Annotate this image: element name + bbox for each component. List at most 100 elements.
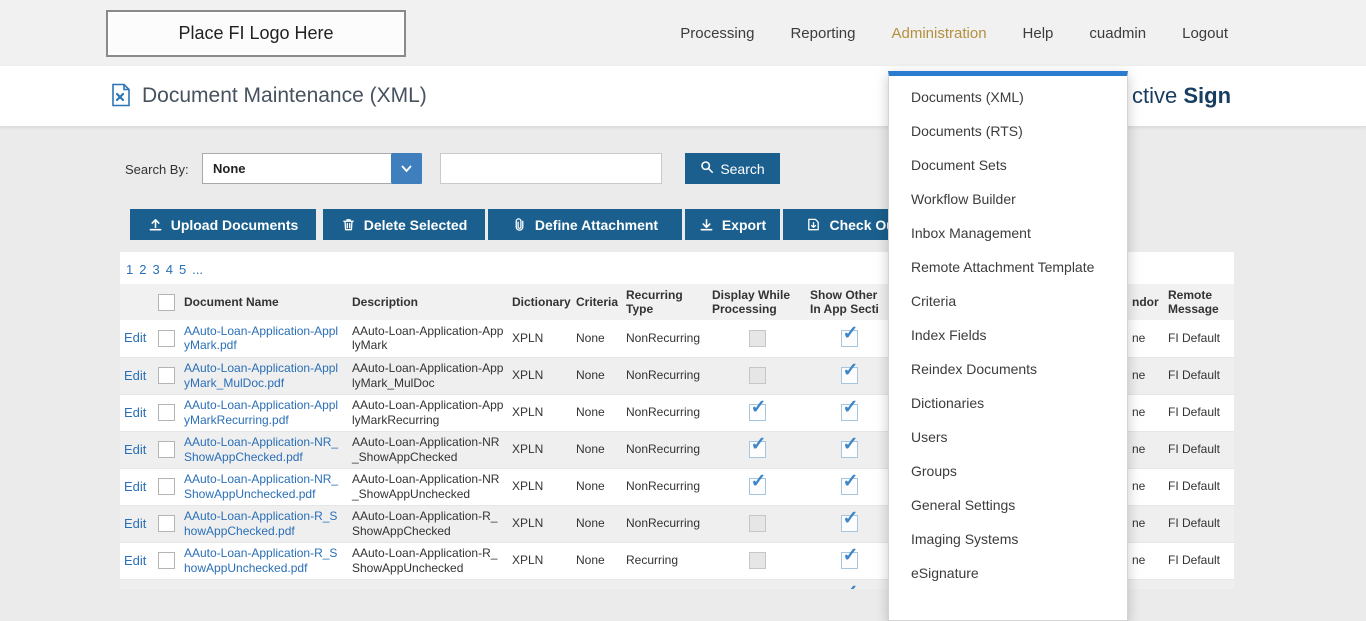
search-icon xyxy=(700,160,714,177)
edit-link[interactable]: Edit xyxy=(124,553,146,568)
criteria-cell: None xyxy=(572,320,622,357)
dictionary-cell: XPLN xyxy=(508,468,572,505)
nav-logout[interactable]: Logout xyxy=(1182,25,1228,42)
menu-item-groups[interactable]: Groups xyxy=(889,454,1127,488)
search-button[interactable]: Search xyxy=(685,153,780,184)
menu-item-criteria[interactable]: Criteria xyxy=(889,284,1127,318)
vendor-cell: ne xyxy=(1128,394,1164,431)
checkbox-checked[interactable]: ✓ xyxy=(841,330,858,347)
row-select-checkbox[interactable] xyxy=(158,367,175,384)
vendor-cell: ne xyxy=(1128,542,1164,579)
recurring-type-cell: NonRecurring xyxy=(622,579,708,589)
row-select-checkbox[interactable] xyxy=(158,478,175,495)
checkbox-unchecked[interactable] xyxy=(749,330,766,347)
menu-item-reindex-documents[interactable]: Reindex Documents xyxy=(889,352,1127,386)
check-icon: ✓ xyxy=(843,581,859,589)
page-link[interactable]: 3 xyxy=(152,262,159,277)
document-name-link[interactable]: AAuto-Loan-Application-NR_ShowAppUncheck… xyxy=(184,472,338,501)
menu-item-dictionaries[interactable]: Dictionaries xyxy=(889,386,1127,420)
menu-item-document-sets[interactable]: Document Sets xyxy=(889,148,1127,182)
menu-item-remote-attachment-template[interactable]: Remote Attachment Template xyxy=(889,250,1127,284)
select-all-checkbox[interactable] xyxy=(158,294,175,311)
nav-cuadmin[interactable]: cuadmin xyxy=(1089,25,1146,42)
col-document-name: Document Name xyxy=(180,284,348,320)
show-other-cell: ✓ xyxy=(806,542,892,579)
checkbox-checked[interactable]: ✓ xyxy=(841,404,858,421)
document-name-link[interactable]: AAuto-Loan-Application-ApplyMark.pdf xyxy=(184,324,338,353)
remote-message-cell: FI Default xyxy=(1164,357,1234,394)
check-icon: ✓ xyxy=(751,396,767,419)
nav-administration[interactable]: Administration xyxy=(892,25,987,42)
define-attachment-button[interactable]: Define Attachment xyxy=(488,209,682,240)
dictionary-cell: XPLN xyxy=(508,542,572,579)
page-link[interactable]: 1 xyxy=(126,262,133,277)
checkbox-checked[interactable]: ✓ xyxy=(841,552,858,569)
col-select xyxy=(152,284,180,320)
description-cell: AAuto-Loan-Application-NR_ShowAppUncheck… xyxy=(348,468,508,505)
checkbox-checked[interactable]: ✓ xyxy=(841,478,858,495)
checkbox-checked[interactable]: ✓ xyxy=(749,404,766,421)
menu-item-inbox-management[interactable]: Inbox Management xyxy=(889,216,1127,250)
checkbox-checked[interactable]: ✓ xyxy=(749,441,766,458)
chevron-down-icon[interactable] xyxy=(391,153,422,184)
menu-item-workflow-builder[interactable]: Workflow Builder xyxy=(889,182,1127,216)
edit-link[interactable]: Edit xyxy=(124,516,146,531)
page-link[interactable]: 4 xyxy=(166,262,173,277)
display-while-processing-cell xyxy=(708,542,806,579)
document-name-link[interactable]: AAuto-Loan-Application-R_ShowAppUnchecke… xyxy=(184,546,337,575)
menu-item-general-settings[interactable]: General Settings xyxy=(889,488,1127,522)
row-select-checkbox[interactable] xyxy=(158,330,175,347)
edit-link[interactable]: Edit xyxy=(124,330,146,345)
description-cell: AAuto-Loan-Application-ApplyMark xyxy=(348,320,508,357)
search-by-dropdown[interactable]: None xyxy=(202,153,422,184)
nav-help[interactable]: Help xyxy=(1023,25,1054,42)
vendor-cell: ne xyxy=(1128,320,1164,357)
dictionary-cell: XPLN xyxy=(508,431,572,468)
checkbox-unchecked[interactable] xyxy=(749,515,766,532)
edit-link[interactable]: Edit xyxy=(124,368,146,383)
administration-dropdown: Documents (XML)Documents (RTS)Document S… xyxy=(888,71,1128,621)
menu-item-documents-xml[interactable]: Documents (XML) xyxy=(889,80,1127,114)
delete-selected-button[interactable]: Delete Selected xyxy=(323,209,485,240)
criteria-cell: None xyxy=(572,505,622,542)
row-select-checkbox[interactable] xyxy=(158,552,175,569)
edit-link[interactable]: Edit xyxy=(124,405,146,420)
check-icon: ✓ xyxy=(843,507,859,530)
page-link[interactable]: 2 xyxy=(139,262,146,277)
description-cell: AAuto-Loan-Application-ApplyMarkRecurrin… xyxy=(348,394,508,431)
page-link[interactable]: ... xyxy=(192,262,203,277)
row-select-checkbox[interactable] xyxy=(158,515,175,532)
dictionary-cell: XPLN xyxy=(508,505,572,542)
check-icon: ✓ xyxy=(843,396,859,419)
checkbox-checked[interactable]: ✓ xyxy=(841,367,858,384)
search-input[interactable] xyxy=(440,153,662,184)
document-name-link[interactable]: AAuto-Loan-Application-R_ShowAppChecked.… xyxy=(184,509,337,538)
checkbox-unchecked[interactable] xyxy=(749,552,766,569)
menu-item-imaging-systems[interactable]: Imaging Systems xyxy=(889,522,1127,556)
nav-reporting[interactable]: Reporting xyxy=(790,25,855,42)
checkbox-unchecked[interactable] xyxy=(749,367,766,384)
checkbox-checked[interactable]: ✓ xyxy=(841,515,858,532)
menu-item-documents-rts[interactable]: Documents (RTS) xyxy=(889,114,1127,148)
upload-documents-button[interactable]: Upload Documents xyxy=(130,209,316,240)
checkbox-checked[interactable]: ✓ xyxy=(749,478,766,495)
checkbox-checked[interactable]: ✓ xyxy=(841,441,858,458)
menu-item-index-fields[interactable]: Index Fields xyxy=(889,318,1127,352)
export-icon xyxy=(699,217,714,232)
edit-link[interactable]: Edit xyxy=(124,442,146,457)
menu-item-esignature[interactable]: eSignature xyxy=(889,556,1127,590)
document-name-link[interactable]: AAuto-Loan-Application-NR_ShowAppChecked… xyxy=(184,435,338,464)
show-other-cell: ✓ xyxy=(806,468,892,505)
export-button[interactable]: Export xyxy=(685,209,780,240)
button-label: Upload Documents xyxy=(171,217,299,233)
document-name-link[interactable]: AAuto-Loan-Application-ApplyMark_MulDoc.… xyxy=(184,361,338,390)
page-link[interactable]: 5 xyxy=(179,262,186,277)
nav-processing[interactable]: Processing xyxy=(680,25,754,42)
description-cell: AAuto-Loan-Application-RS xyxy=(348,579,508,589)
row-select-checkbox[interactable] xyxy=(158,404,175,421)
menu-item-users[interactable]: Users xyxy=(889,420,1127,454)
main-nav: Processing Reporting Administration Help cua… xyxy=(680,0,1366,66)
edit-link[interactable]: Edit xyxy=(124,479,146,494)
document-name-link[interactable]: AAuto-Loan-Application-ApplyMarkRecurrin… xyxy=(184,398,338,427)
row-select-checkbox[interactable] xyxy=(158,441,175,458)
